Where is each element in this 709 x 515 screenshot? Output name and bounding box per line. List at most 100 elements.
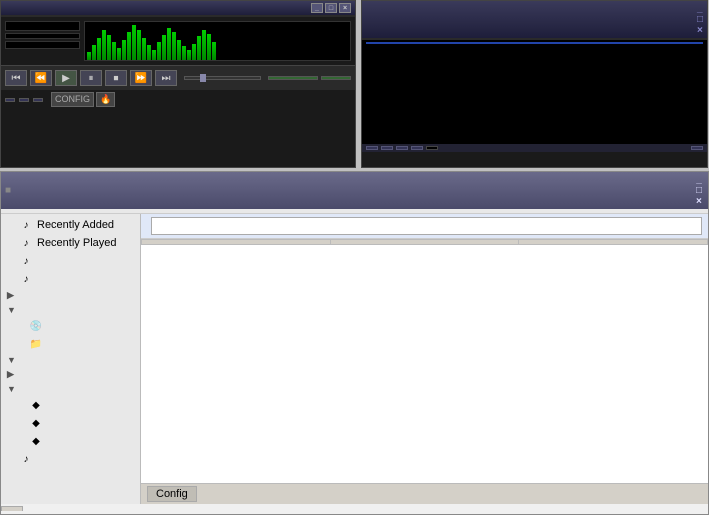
ml-table — [141, 239, 708, 483]
winamp-right-panel: // Generate viz bars dynamically const h… — [84, 21, 351, 61]
ml-sidebar: ♪ Recently Added ♪ Recently Played ♪ ♪ ▶… — [1, 214, 141, 504]
eq-button[interactable] — [5, 98, 15, 102]
pe-add-button[interactable] — [366, 146, 378, 150]
rip-burn-expand-icon: ▼ — [7, 305, 16, 315]
shoutcast-expand-icon: ▼ — [7, 384, 16, 394]
stop-button[interactable]: ⏹ — [105, 70, 127, 86]
balance-slider[interactable] — [321, 76, 351, 80]
ml-button[interactable] — [33, 98, 43, 102]
winamp-player: _ □ × // Generate viz bars dynamically c — [0, 0, 356, 168]
library-tab-container — [1, 502, 141, 504]
oboe-locker-icon: 📁 — [29, 337, 43, 351]
col-album[interactable] — [519, 240, 708, 245]
next-button[interactable]: ⏭ — [155, 70, 177, 86]
pe-track-list — [362, 40, 707, 144]
col-artist[interactable] — [142, 240, 331, 245]
pe-minimize[interactable]: _ — [697, 3, 703, 14]
ml-minimize[interactable]: _ — [696, 174, 704, 185]
pe-time-display — [426, 146, 438, 150]
sidebar-group-online-services[interactable]: ▼ — [1, 353, 140, 367]
fire-button[interactable]: 🔥 — [96, 92, 115, 107]
winamp-close[interactable]: × — [339, 3, 351, 13]
recently-played-icon: ♪ — [19, 236, 33, 250]
sidebar-label-recently-played: Recently Played — [37, 237, 117, 249]
ml-config-button[interactable]: Config — [147, 486, 197, 502]
sidebar-item-predixis[interactable]: ♪ — [1, 450, 140, 468]
sidebar-item-subscriptions[interactable]: ◆ — [1, 414, 140, 432]
ml-close-icon: ■ — [5, 185, 13, 196]
ml-close[interactable]: × — [696, 196, 704, 207]
top-rated-icon: ♪ — [19, 272, 33, 286]
pe-bottom-bar — [362, 144, 707, 152]
cd-icon: 💿 — [29, 319, 43, 333]
ml-track-table — [141, 239, 708, 245]
media-library: ■ _ □ × ♪ Recently Added ♪ Recently Play… — [0, 171, 709, 515]
pe-track-item[interactable] — [366, 42, 703, 44]
online-services-expand-icon: ▼ — [7, 355, 16, 365]
pe-close[interactable]: × — [697, 25, 703, 36]
winamp-minimize[interactable]: _ — [311, 3, 323, 13]
ml-maximize[interactable]: □ — [696, 185, 704, 196]
winamp-controls: ⏮ ⏪ ▶ ⏸ ⏹ ⏩ ⏭ — [1, 65, 355, 90]
discover-icon: ◆ — [29, 398, 43, 412]
recently-added-icon: ♪ — [19, 218, 33, 232]
sidebar-item-top-rated[interactable]: ♪ — [1, 270, 140, 288]
winamp-seek-thumb — [200, 74, 206, 82]
pe-maximize[interactable]: □ — [697, 14, 703, 25]
winamp-body: // Generate viz bars dynamically const h… — [1, 17, 355, 65]
ml-body: ♪ Recently Added ♪ Recently Played ♪ ♪ ▶… — [1, 214, 708, 504]
winamp-left-panel — [5, 21, 80, 61]
sidebar-group-playlists[interactable]: ▶ — [1, 288, 140, 303]
play-button[interactable]: ▶ — [55, 70, 77, 86]
pe-window-controls: _ □ × — [697, 3, 703, 36]
col-title[interactable] — [330, 240, 519, 245]
pl-button[interactable] — [19, 98, 29, 102]
sidebar-item-discover[interactable]: ◆ — [1, 396, 140, 414]
sidebar-item-cd[interactable]: 💿 — [1, 317, 140, 335]
sidebar-item-never-played[interactable]: ♪ — [1, 252, 140, 270]
subscriptions-icon: ◆ — [29, 416, 43, 430]
volume-slider[interactable] — [268, 76, 318, 80]
rewind-button[interactable]: ⏪ — [30, 70, 52, 86]
pe-misc-button[interactable] — [411, 146, 423, 150]
never-played-icon: ♪ — [19, 254, 33, 268]
winamp-bottom-row: CONFIG 🔥 — [1, 90, 355, 109]
prev-button[interactable]: ⏮ — [5, 70, 27, 86]
sidebar-label-recently-added: Recently Added — [37, 219, 114, 231]
sidebar-item-recently-added[interactable]: ♪ Recently Added — [1, 216, 140, 234]
sidebar-group-rip-burn[interactable]: ▼ — [1, 303, 140, 317]
config-button[interactable]: CONFIG — [51, 92, 94, 107]
sidebar-item-downloads[interactable]: ◆ — [1, 432, 140, 450]
predixis-icon: ♪ — [19, 452, 33, 466]
pe-manage-button[interactable] — [691, 146, 703, 150]
winamp-track-title — [5, 41, 80, 49]
sidebar-item-oboe-locker[interactable]: 📁 — [1, 335, 140, 353]
winamp-visualizer: // Generate viz bars dynamically const h… — [84, 21, 351, 61]
fastforward-button[interactable]: ⏩ — [130, 70, 152, 86]
volume-area — [268, 76, 351, 80]
pe-rem-button[interactable] — [381, 146, 393, 150]
ml-titlebar: ■ _ □ × — [1, 172, 708, 209]
pe-titlebar: _ □ × — [362, 1, 707, 38]
downloads-icon: ◆ — [29, 434, 43, 448]
ml-statusbar: Config — [141, 483, 708, 504]
ml-window-controls: _ □ × — [696, 174, 704, 207]
ml-main: Config — [141, 214, 708, 504]
ml-table-header — [142, 240, 708, 245]
sidebar-item-recently-played[interactable]: ♪ Recently Played — [1, 234, 140, 252]
winamp-seek-bar[interactable] — [184, 76, 261, 80]
winamp-window-controls: _ □ × — [311, 3, 351, 13]
playlists-expand-icon: ▶ — [7, 290, 14, 301]
winamp-titlebar: _ □ × — [1, 1, 355, 15]
portables-expand-icon: ▶ — [7, 369, 14, 380]
pe-sel-button[interactable] — [396, 146, 408, 150]
sidebar-group-portables[interactable]: ▶ — [1, 367, 140, 382]
ml-search-input[interactable] — [151, 217, 702, 235]
ml-search-bar — [141, 214, 708, 239]
winamp-time-display — [5, 21, 80, 31]
winamp-maximize[interactable]: □ — [325, 3, 337, 13]
sidebar-group-shoutcast[interactable]: ▼ — [1, 382, 140, 396]
config-area: CONFIG 🔥 — [51, 92, 115, 107]
winamp-info-bar — [5, 33, 80, 39]
pause-button[interactable]: ⏸ — [80, 70, 102, 86]
